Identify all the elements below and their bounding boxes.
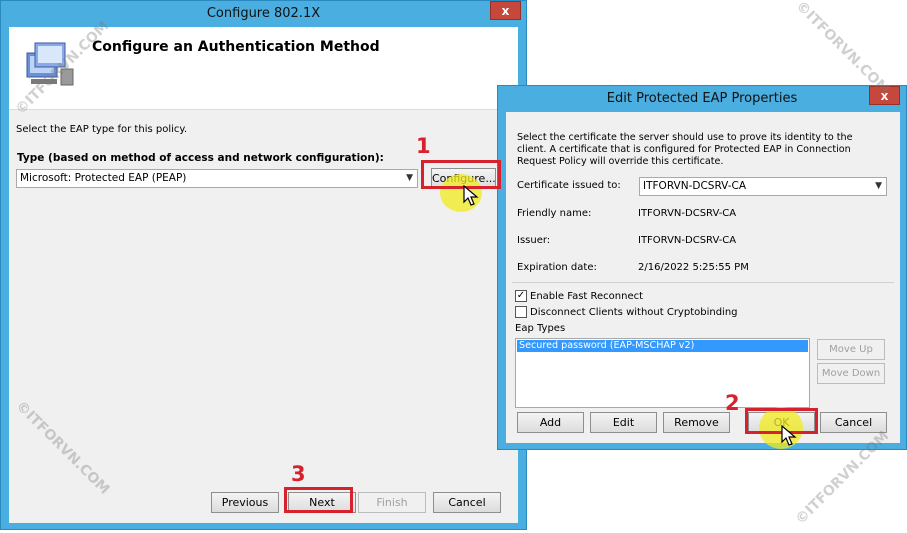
eap-type-value: Microsoft: Protected EAP (PEAP): [20, 172, 187, 184]
type-label: Type (based on method of access and netw…: [17, 152, 384, 164]
instruction-text: Select the EAP type for this policy.: [16, 124, 188, 135]
remove-button[interactable]: Remove: [663, 412, 730, 433]
peap-window-title: Edit Protected EAP Properties: [606, 91, 798, 106]
step-3-label: 3: [291, 462, 306, 486]
highlight-box-configure: [421, 160, 501, 189]
watermark: ©ITFORVN.COM: [792, 0, 893, 98]
eap-types-label: Eap Types: [515, 323, 566, 334]
configure-8021x-window: Configure 802.1X x Configure an Authenti…: [0, 0, 527, 530]
window-title: Configure 802.1X: [206, 6, 321, 21]
fast-reconnect-checkbox[interactable]: ✓: [515, 290, 527, 302]
mouse-cursor-icon: [781, 424, 797, 447]
step-1-label: 1: [416, 134, 431, 158]
disconnect-clients-checkbox[interactable]: [515, 306, 527, 318]
certificate-description: Select the certificate the server should…: [517, 132, 853, 167]
peap-client-area: Select the certificate the server should…: [506, 112, 900, 443]
add-button[interactable]: Add: [517, 412, 584, 433]
disconnect-clients-label: Disconnect Clients without Cryptobinding: [530, 307, 738, 318]
friendly-name-value: ITFORVN-DCSRV-CA: [638, 208, 737, 219]
peap-cancel-button[interactable]: Cancel: [820, 412, 887, 433]
move-down-button[interactable]: Move Down: [817, 363, 885, 384]
cancel-button[interactable]: Cancel: [433, 492, 501, 513]
eap-types-list[interactable]: Secured password (EAP-MSCHAP v2): [515, 338, 810, 408]
page-title: Configure an Authentication Method: [92, 39, 380, 55]
eap-type-item-label: Secured password (EAP-MSCHAP v2): [519, 340, 695, 351]
certificate-select[interactable]: ITFORVN-DCSRV-CA ▼: [639, 177, 887, 196]
fast-reconnect-separator: [512, 282, 894, 283]
previous-button[interactable]: Previous: [211, 492, 279, 513]
fast-reconnect-label: Enable Fast Reconnect: [530, 291, 644, 302]
highlight-box-next: [284, 487, 353, 513]
certificate-issued-label: Certificate issued to:: [517, 180, 621, 191]
edit-peap-properties-window: Edit Protected EAP Properties x Select t…: [497, 85, 907, 450]
expiration-date-label: Expiration date:: [517, 262, 597, 273]
issuer-label: Issuer:: [517, 235, 551, 246]
list-item[interactable]: Secured password (EAP-MSCHAP v2): [517, 340, 808, 352]
mouse-cursor-icon: [463, 184, 479, 207]
issuer-value: ITFORVN-DCSRV-CA: [638, 235, 737, 246]
certificate-value: ITFORVN-DCSRV-CA: [643, 180, 747, 192]
close-button[interactable]: x: [490, 1, 521, 20]
eap-type-select[interactable]: Microsoft: Protected EAP (PEAP) ▼: [16, 169, 418, 188]
dialog-client-area: Configure an Authentication Method Selec…: [9, 27, 518, 523]
finish-button[interactable]: Finish: [358, 492, 426, 513]
friendly-name-label: Friendly name:: [517, 208, 592, 219]
chevron-down-icon: ▼: [875, 181, 882, 191]
move-up-button[interactable]: Move Up: [817, 339, 885, 360]
edit-button[interactable]: Edit: [590, 412, 657, 433]
expiration-date-value: 2/16/2022 5:25:55 PM: [638, 262, 749, 273]
chevron-down-icon: ▼: [406, 173, 413, 183]
step-2-label: 2: [725, 391, 740, 415]
